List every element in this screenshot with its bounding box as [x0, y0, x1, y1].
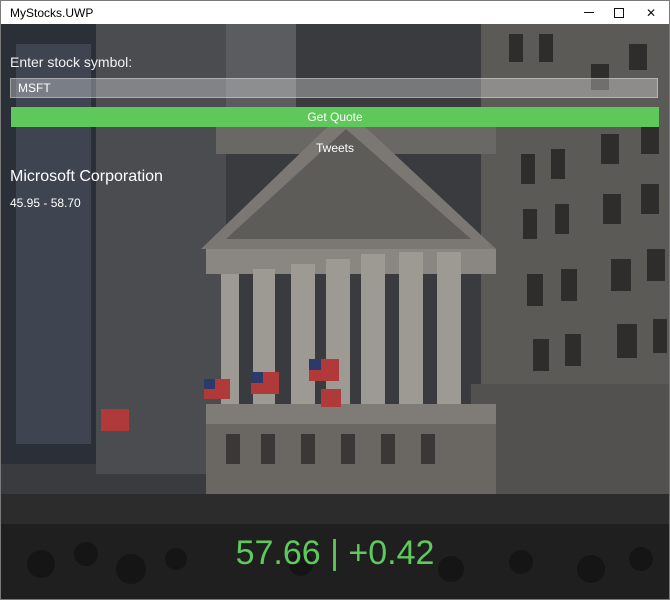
close-icon: ✕	[645, 5, 657, 20]
minimize-icon	[584, 12, 594, 13]
tweets-link[interactable]: Tweets	[1, 141, 669, 155]
app-window: MyStocks.UWP ✕ Enter stock symbol: MSFT …	[0, 0, 670, 600]
title-bar[interactable]: MyStocks.UWP ✕	[1, 1, 669, 24]
maximize-button[interactable]	[603, 1, 635, 24]
stock-symbol-input[interactable]	[10, 78, 658, 98]
minimize-button[interactable]	[573, 1, 605, 24]
maximize-icon	[614, 7, 624, 18]
window-title: MyStocks.UWP	[10, 6, 94, 20]
company-name: Microsoft Corporation	[10, 168, 163, 185]
close-button[interactable]: ✕	[635, 1, 667, 24]
symbol-prompt-label: Enter stock symbol:	[10, 54, 133, 70]
price-range: 45.95 - 58.70	[10, 196, 81, 210]
get-quote-button[interactable]: Get Quote	[11, 107, 659, 127]
main-content: Enter stock symbol: Get Quote Tweets Mic…	[1, 24, 669, 599]
current-price-and-change: 57.66 | +0.42	[235, 534, 435, 572]
